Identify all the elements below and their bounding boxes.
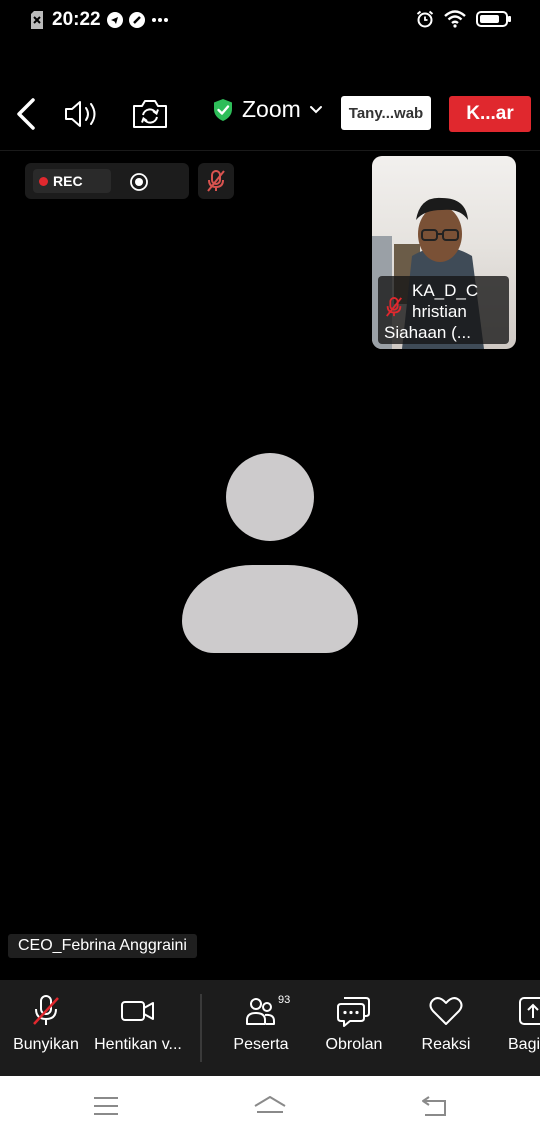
toolbar-separator [200,994,202,1062]
app-title: Zoom [242,96,301,122]
home-nav-button[interactable] [252,1094,288,1125]
participant-name-line1: KA_D_C [412,281,479,300]
heart-icon [429,997,463,1025]
battery-icon [476,11,511,27]
menu-nav-button[interactable] [92,1094,120,1123]
back-icon [422,1096,446,1116]
wifi-icon [444,10,466,28]
rec-dot-icon [39,176,48,186]
unmute-label: Bunyikan [13,1036,79,1053]
back-arrow-icon [17,98,35,130]
chat-button[interactable]: Obrolan [322,994,386,1054]
clock-time: 20:22 [52,9,101,30]
chevron-down-icon [309,105,322,113]
meeting-toolbar: Bunyikan Hentikan v... Peserta 93 Obrola… [0,980,540,1076]
top-divider [0,150,540,151]
meeting-info-dropdown[interactable]: Zoom [212,96,323,123]
shield-check-icon [214,98,232,121]
menu-icon [94,1097,118,1115]
back-button[interactable] [10,96,40,132]
mic-muted-icon [33,995,59,1025]
meeting-top-bar: Zoom Tany...wab K...ar [0,88,540,144]
switch-camera-icon [133,100,167,128]
participants-icon [246,998,275,1025]
leave-button[interactable]: K...ar [449,96,531,132]
reactions-button[interactable]: Reaksi [418,994,474,1054]
active-speaker-name: CEO_Febrina Anggraini [8,934,197,958]
system-navigation-bar [0,1076,540,1140]
speaker-icon [65,101,96,127]
chat-label: Obrolan [325,1036,383,1053]
more-dots-icon [151,18,168,22]
qa-button[interactable]: Tany...wab [341,96,431,130]
unmute-button[interactable]: Bunyikan [12,994,80,1054]
alarm-icon [416,10,434,28]
back-nav-button[interactable] [420,1094,450,1123]
participants-label: Peserta [233,1036,289,1053]
participant-name-line3: Siahaan (... [384,323,471,342]
sim-off-icon [31,11,43,29]
participant-video-thumbnail[interactable]: KA_D_C hristian Siahaan (... [372,156,516,349]
share-button[interactable]: Bagi [508,994,540,1054]
share-label: Bagi [508,1036,540,1053]
avatar-head [226,453,314,541]
notification-icon [128,12,145,28]
reactions-label: Reaksi [421,1036,471,1053]
switch-camera-button[interactable] [130,96,170,132]
rec-label: REC [53,173,83,189]
participant-count-badge: 93 [278,994,291,1006]
video-camera-icon [121,1001,154,1021]
chat-icon [337,997,370,1027]
home-icon [254,1096,286,1113]
avatar-body [182,565,358,653]
stop-video-label: Hentikan v... [94,1036,182,1053]
record-stop-icon[interactable] [129,172,149,192]
participants-button[interactable]: Peserta 93 [230,994,292,1054]
share-icon [519,997,540,1025]
stop-video-button[interactable]: Hentikan v... [92,994,184,1054]
telegram-icon [106,12,123,28]
mic-muted-icon [207,170,225,192]
recording-indicator: REC [33,169,111,193]
host-mic-status [198,163,234,199]
status-bar: 20:22 [0,0,540,44]
participant-name-line2: hristian [412,302,467,321]
recording-bar[interactable]: REC [25,163,189,199]
speaker-button[interactable] [62,96,102,132]
participant-mic-muted-icon [386,297,402,317]
